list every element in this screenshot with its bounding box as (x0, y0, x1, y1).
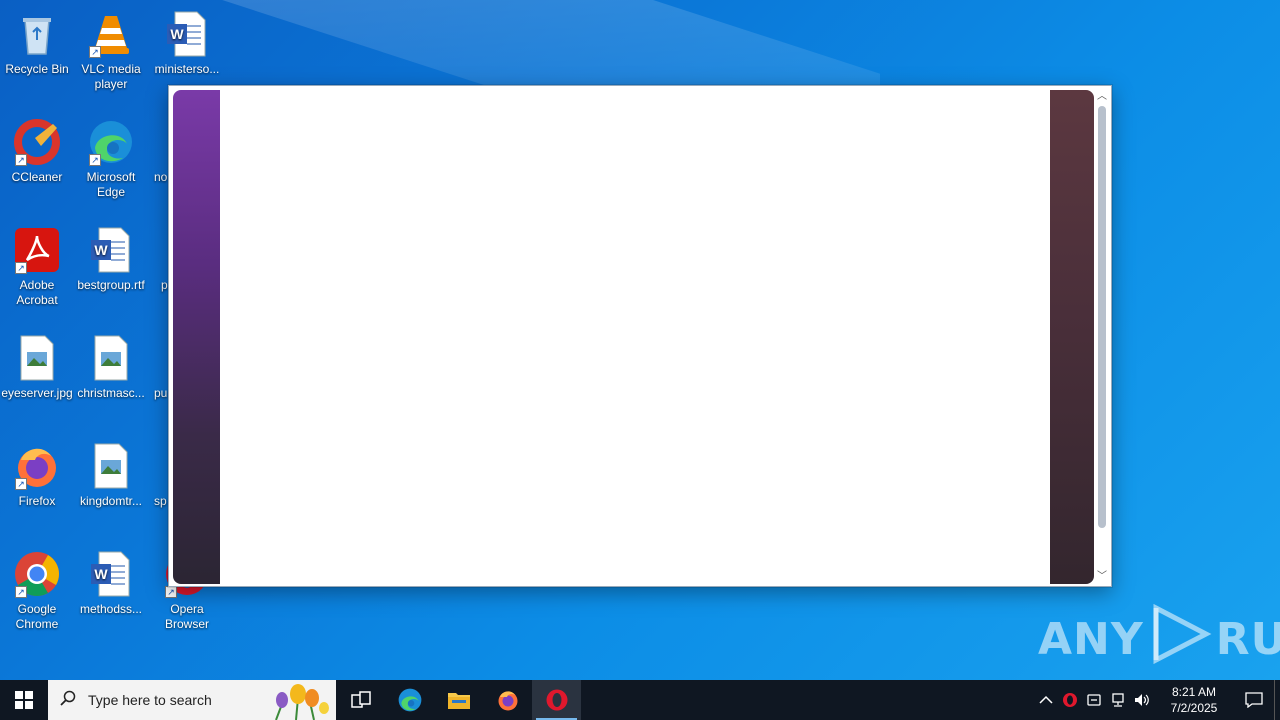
image-file-icon (87, 442, 135, 490)
opera-icon (546, 689, 567, 711)
windows-logo-icon (15, 691, 33, 709)
firefox-icon: ↗ (13, 442, 61, 490)
desktop-icon-methodss[interactable]: W methodss... (75, 544, 147, 617)
start-button[interactable] (0, 680, 48, 720)
chrome-icon: ↗ (13, 550, 61, 598)
ccleaner-icon: ↗ (13, 118, 61, 166)
scroll-up-arrow-icon[interactable]: ︿ (1095, 90, 1109, 104)
icon-label: Recycle Bin (5, 62, 69, 76)
icon-label: Adobe Acrobat (16, 278, 58, 307)
anyrun-watermark: ANY RUN (1038, 603, 1280, 675)
chevron-up-icon[interactable] (1034, 680, 1058, 720)
search-placeholder: Type here to search (88, 692, 212, 708)
desktop-icon-google-chrome[interactable]: ↗ Google Chrome (1, 544, 73, 632)
network-icon[interactable] (1106, 680, 1130, 720)
desktop-icon-ministerso[interactable]: W ministerso... (151, 4, 223, 77)
taskbar-firefox[interactable] (483, 680, 532, 720)
icon-label: Firefox (18, 494, 56, 508)
volume-icon[interactable] (1130, 680, 1154, 720)
word-doc-icon: W (163, 10, 211, 58)
icon-label: christmasc... (77, 386, 145, 400)
taskbar-file-explorer[interactable] (434, 680, 483, 720)
icon-label: Microsoft Edge (86, 170, 136, 199)
task-view-button[interactable] (336, 680, 385, 720)
task-view-icon (350, 691, 371, 708)
device-tray-icon[interactable] (1082, 680, 1106, 720)
clock-time: 8:21 AM (1171, 685, 1217, 699)
firefox-icon (498, 691, 517, 711)
vlc-icon: ↗ (87, 10, 135, 58)
svg-text:W: W (94, 566, 108, 582)
icon-label: methodss... (79, 602, 143, 616)
svg-text:W: W (94, 242, 108, 258)
show-desktop-button[interactable] (1274, 680, 1280, 720)
desktop-icon-adobe-acrobat[interactable]: ↗ Adobe Acrobat (1, 220, 73, 308)
icon-label: bestgroup.rtf (77, 278, 145, 292)
desktop-icon-ccleaner[interactable]: ↗ CCleaner (1, 112, 73, 185)
scrollbar-thumb[interactable] (1098, 106, 1106, 528)
icon-label: Opera Browser (164, 602, 209, 631)
icon-label: eyeserver.jpg (1, 386, 73, 400)
desktop-icon-eyeserver[interactable]: eyeserver.jpg (1, 328, 73, 401)
desktop-icon-bestgroup[interactable]: W bestgroup.rtf (75, 220, 147, 293)
svg-text:W: W (170, 26, 184, 42)
shortcut-arrow-icon: ↗ (89, 154, 101, 166)
taskbar-search-box[interactable]: Type here to search (48, 680, 336, 720)
popup-window[interactable]: ︿ ﹀ (168, 85, 1112, 587)
shortcut-arrow-icon: ↗ (89, 46, 101, 58)
folder-icon (447, 693, 470, 709)
edge-icon (398, 688, 421, 712)
desktop: Recycle Bin ↗ CCleaner ↗ Adobe Acrobat e… (0, 0, 1280, 680)
shortcut-arrow-icon: ↗ (15, 478, 27, 490)
popup-right-gradient-band (1050, 90, 1094, 584)
scroll-down-arrow-icon[interactable]: ﹀ (1095, 570, 1109, 584)
desktop-icon-vlc[interactable]: ↗ VLC media player (75, 4, 147, 92)
shortcut-arrow-icon: ↗ (15, 154, 27, 166)
desktop-icon-kingdomtr[interactable]: kingdomtr... (75, 436, 147, 509)
taskbar: Type here to search 8:21 AM 7/2/2025 (0, 680, 1280, 720)
shortcut-arrow-icon: ↗ (15, 586, 27, 598)
search-highlight-flowers-icon (256, 680, 336, 720)
notification-icon (1245, 692, 1263, 708)
taskbar-opera-active[interactable] (532, 680, 581, 720)
shortcut-arrow-icon: ↗ (165, 586, 177, 598)
search-icon (48, 690, 88, 711)
system-tray: 8:21 AM 7/2/2025 (1034, 680, 1280, 720)
taskbar-edge[interactable] (385, 680, 434, 720)
icon-label: kingdomtr... (79, 494, 143, 508)
shortcut-arrow-icon: ↗ (15, 262, 27, 274)
image-file-icon (87, 334, 135, 382)
system-clock[interactable]: 8:21 AM 7/2/2025 (1158, 684, 1230, 716)
edge-icon: ↗ (87, 118, 135, 166)
icon-label: VLC media player (81, 62, 141, 91)
watermark-left-text: ANY (1038, 613, 1144, 665)
desktop-icon-microsoft-edge[interactable]: ↗ Microsoft Edge (75, 112, 147, 200)
popup-scrollbar[interactable]: ︿ ﹀ (1095, 90, 1109, 584)
clock-date: 7/2/2025 (1170, 701, 1218, 715)
word-doc-icon: W (87, 550, 135, 598)
recycle-bin-icon (13, 10, 61, 58)
desktop-icon-recycle-bin[interactable]: Recycle Bin (1, 4, 73, 77)
watermark-right-text: RUN (1215, 613, 1280, 665)
popup-left-gradient-band (173, 90, 220, 584)
desktop-icon-christmasc[interactable]: christmasc... (75, 328, 147, 401)
icon-label: Google Chrome (15, 602, 59, 631)
action-center-button[interactable] (1234, 680, 1274, 720)
acrobat-icon: ↗ (13, 226, 61, 274)
word-doc-icon: W (87, 226, 135, 274)
image-file-icon (13, 334, 61, 382)
icon-label: ministerso... (154, 62, 220, 76)
watermark-play-icon (1148, 603, 1212, 675)
desktop-icon-firefox[interactable]: ↗ Firefox (1, 436, 73, 509)
popup-content[interactable] (173, 90, 1094, 584)
opera-tray-icon[interactable] (1058, 680, 1082, 720)
icon-label: CCleaner (11, 170, 63, 184)
